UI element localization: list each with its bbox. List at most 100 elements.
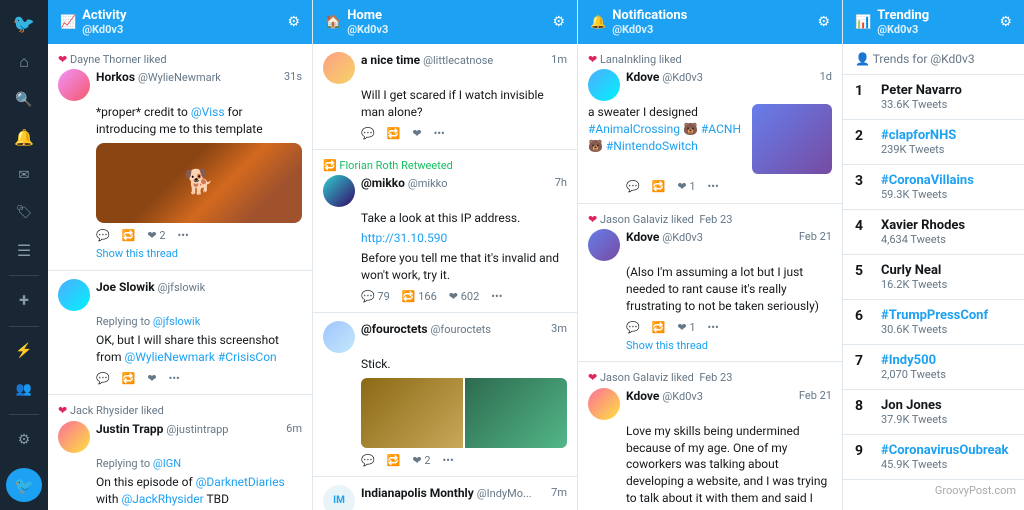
home-title: Home — [347, 8, 388, 23]
add-column-icon[interactable]: + — [6, 284, 42, 318]
reply-action[interactable]: 💬 79 — [361, 289, 390, 304]
like-action[interactable]: ❤ — [147, 371, 156, 386]
tweet-handle: @WylieNewmark — [138, 71, 221, 84]
retweet-action[interactable]: 🔁 — [652, 320, 666, 335]
like-action[interactable]: ❤ 1 — [677, 320, 695, 335]
home-icon[interactable]: ⌂ — [6, 46, 42, 80]
lists-icon[interactable]: ☰ — [6, 234, 42, 268]
hashtag-link[interactable]: #NintendoSwitch — [606, 139, 698, 153]
trending-name[interactable]: Xavier Rhodes — [881, 218, 1012, 233]
trending-item[interactable]: 1 Peter Navarro 33.6K Tweets — [843, 75, 1024, 120]
more-action[interactable]: ••• — [708, 320, 719, 335]
reply-action[interactable]: 💬 — [361, 453, 375, 468]
retweet-action[interactable]: 🔁 — [387, 453, 401, 468]
tweet-actions: 💬 🔁 ❤ ••• — [361, 126, 567, 141]
trending-item[interactable]: 6 #TrumpPressConf 30.6K Tweets — [843, 300, 1024, 345]
hashtag-link[interactable]: #CrisisCon — [218, 350, 277, 364]
trending-name[interactable]: Peter Navarro — [881, 83, 1012, 98]
like-action[interactable]: ❤ 2 — [147, 228, 165, 243]
messages-icon[interactable]: ✉ — [6, 158, 42, 192]
retweet-action[interactable]: 🔁 — [652, 179, 666, 194]
avatar — [588, 388, 620, 420]
tweet-actions: 💬 79 🔁 166 ❤ 602 ••• — [361, 289, 567, 304]
retweet-action[interactable]: 🔁 166 — [402, 289, 437, 304]
trending-name[interactable]: #Indy500 — [881, 353, 1012, 368]
tweet-image-right — [465, 378, 567, 448]
retweet-action[interactable]: 🔁 — [122, 371, 136, 386]
show-thread[interactable]: Show this thread — [626, 338, 832, 353]
reply-action[interactable]: 💬 — [361, 126, 375, 141]
ip-link[interactable]: http://31.10.590 — [361, 231, 447, 245]
avatar: IM — [323, 485, 355, 510]
activity-icon[interactable]: ⚡ — [6, 335, 42, 369]
notifications-settings-icon[interactable]: ⚙ — [817, 14, 830, 30]
trending-column: 📊 Trending @Kd0v3 ⚙ 👤 Trends for @Kd0v3 … — [843, 0, 1024, 510]
search-icon[interactable]: 🔍 — [6, 83, 42, 117]
trending-count: 59.3K Tweets — [881, 188, 1012, 201]
trending-rank: 3 — [855, 173, 871, 189]
trending-item[interactable]: 9 #CoronavirusOubreak 45.9K Tweets — [843, 435, 1024, 480]
trending-info: #Indy500 2,070 Tweets — [881, 353, 1012, 381]
more-action[interactable]: ••• — [491, 289, 502, 304]
like-action[interactable]: ❤ — [412, 126, 421, 141]
like-action[interactable]: ❤ 1 — [677, 179, 695, 194]
reply-action[interactable]: 💬 — [96, 228, 110, 243]
tweet-image-left — [361, 378, 463, 448]
tweet-actions: 💬 🔁 ❤ 2 ••• — [361, 453, 567, 468]
mention-link[interactable]: @jfslowik — [153, 315, 200, 328]
person-icon: 👤 — [855, 52, 870, 66]
activity-settings-icon[interactable]: ⚙ — [287, 14, 300, 30]
trending-info: Curly Neal 16.2K Tweets — [881, 263, 1012, 291]
trending-name[interactable]: Curly Neal — [881, 263, 1012, 278]
hashtag-link[interactable]: #ACNH — [701, 122, 741, 136]
like-action[interactable]: ❤ 2 — [412, 453, 430, 468]
trending-item[interactable]: 2 #clapforNHS 239K Tweets — [843, 120, 1024, 165]
home-header-icon: 🏠 — [325, 15, 341, 30]
more-action[interactable]: ••• — [443, 453, 454, 468]
tweet-user: Justin Trapp @justintrapp 6m — [58, 421, 302, 453]
trending-item[interactable]: 4 Xavier Rhodes 4,634 Tweets — [843, 210, 1024, 255]
settings-icon[interactable]: ⚙ — [6, 423, 42, 457]
retweet-action[interactable]: 🔁 — [387, 126, 401, 141]
trending-settings-icon[interactable]: ⚙ — [999, 14, 1012, 30]
mention-link[interactable]: @Viss — [191, 105, 225, 119]
people-icon[interactable]: 👥 — [6, 372, 42, 406]
trending-name[interactable]: #TrumpPressConf — [881, 308, 1012, 323]
reply-action[interactable]: 💬 — [626, 320, 640, 335]
tweet-row: ❤ Jason Galaviz liked Feb 23 Kdove @Kd0v… — [578, 204, 842, 363]
home-settings-icon[interactable]: ⚙ — [552, 14, 565, 30]
more-action[interactable]: ••• — [178, 228, 189, 243]
tweet-name: Justin Trapp — [96, 422, 163, 436]
trending-name[interactable]: #CoronavirusOubreak — [881, 443, 1012, 458]
retweet-action[interactable]: 🔁 — [122, 228, 136, 243]
bookmarks-icon[interactable]: 🏷 — [6, 196, 42, 230]
more-action[interactable]: ••• — [434, 126, 445, 141]
tweet-handle: @fouroctets — [431, 323, 491, 336]
tweet-user-info: Justin Trapp @justintrapp — [96, 421, 280, 438]
mention-link[interactable]: @IGN — [153, 457, 181, 470]
trending-name[interactable]: #CoronaVillains — [881, 173, 1012, 188]
trending-item[interactable]: 8 Jon Jones 37.9K Tweets — [843, 390, 1024, 435]
hashtag-link[interactable]: #AnimalCrossing — [588, 122, 680, 136]
twitter-icon[interactable]: 🐦 — [6, 8, 42, 42]
notifications-icon[interactable]: 🔔 — [6, 121, 42, 155]
reply-action[interactable]: 💬 — [626, 179, 640, 194]
more-action[interactable]: ••• — [708, 179, 719, 194]
show-thread[interactable]: Show this thread — [96, 246, 302, 261]
tweet-actions: 💬 🔁 ❤ 1 ••• — [626, 320, 832, 335]
tweet-time: 3m — [551, 321, 567, 336]
trending-item[interactable]: 3 #CoronaVillains 59.3K Tweets — [843, 165, 1024, 210]
trending-name[interactable]: Jon Jones — [881, 398, 1012, 413]
reply-action[interactable]: 💬 — [96, 371, 110, 386]
more-action[interactable]: ••• — [169, 371, 180, 386]
trending-header-icon: 📊 — [855, 15, 871, 30]
trending-name[interactable]: #clapforNHS — [881, 128, 1012, 143]
trending-item[interactable]: 7 #Indy500 2,070 Tweets — [843, 345, 1024, 390]
like-action[interactable]: ❤ 602 — [449, 289, 480, 304]
mention-link[interactable]: @DarknetDiaries — [196, 475, 285, 489]
mention-link[interactable]: @WylieNewmark — [124, 350, 214, 364]
trending-item[interactable]: 5 Curly Neal 16.2K Tweets — [843, 255, 1024, 300]
tweet-user-info: Kdove @Kd0v3 — [626, 388, 793, 405]
mention-link[interactable]: @JackRhysider — [121, 492, 203, 506]
twitter-bottom-icon[interactable]: 🐦 — [6, 468, 42, 502]
